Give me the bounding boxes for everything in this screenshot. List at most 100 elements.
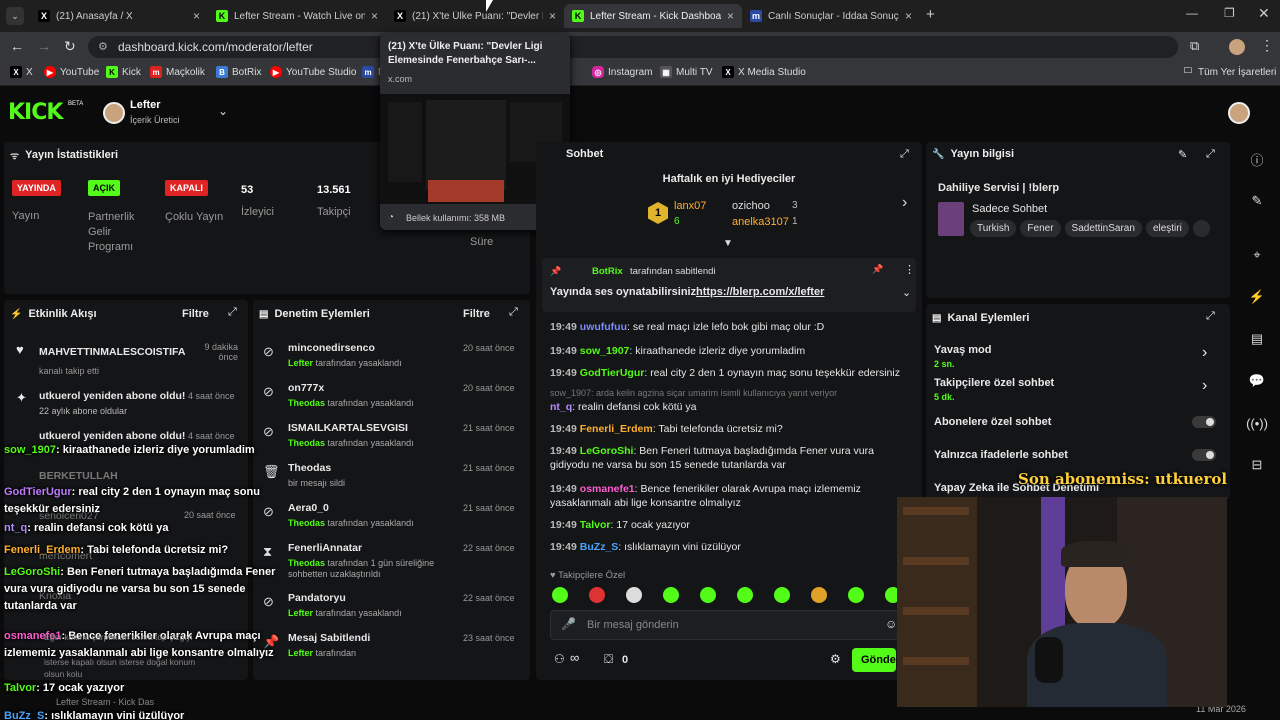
menu-icon[interactable]: ⋮ <box>1260 37 1274 54</box>
tab-kick-watch[interactable]: K Lefter Stream - Watch Live on K × <box>208 4 386 28</box>
stats-title: Yayın İstatistikleri <box>25 149 119 161</box>
expand-icon[interactable]: ⤢ <box>509 306 518 319</box>
emote-icon[interactable] <box>552 587 568 603</box>
tab-x-devler-ligi[interactable]: X (21) X'te Ülke Puanı: "Devler Lig × <box>386 4 564 28</box>
header-avatar[interactable] <box>1228 102 1250 124</box>
chat-username[interactable]: Fenerli_Erdem <box>580 423 653 435</box>
chat-username[interactable]: sow_1907 <box>580 345 630 357</box>
bookmark-kick[interactable]: K Kick <box>106 66 141 78</box>
tag-chip[interactable]: eleştiri <box>1145 220 1189 237</box>
emote-icon[interactable] <box>589 587 605 603</box>
emote-only-toggle[interactable] <box>1192 449 1216 461</box>
bookmark-youtube[interactable]: ▶ YouTube <box>44 66 99 78</box>
info-icon[interactable]: ⓘ <box>1248 150 1266 168</box>
bookmark-x-media-studio[interactable]: XX Media Studio <box>722 66 806 78</box>
address-bar[interactable]: ⚙ dashboard.kick.com/moderator/lefter <box>88 36 1178 58</box>
subscribers-only-toggle[interactable] <box>1192 416 1216 428</box>
chevron-right-icon[interactable]: › <box>902 194 907 212</box>
gifter-1-name[interactable]: lanx07 <box>674 200 706 212</box>
pin-icon[interactable]: 📌 <box>872 264 883 275</box>
emote-icon[interactable] <box>663 587 679 603</box>
emote-icon[interactable] <box>737 587 753 603</box>
gift-icon[interactable]: ⛋ <box>604 652 613 667</box>
chat-username[interactable]: uwufufuu <box>580 321 627 333</box>
chat-username[interactable]: osmanefe1 <box>580 483 635 495</box>
tab-list-icon[interactable]: ⌄ <box>6 7 24 25</box>
close-icon[interactable]: × <box>371 9 378 23</box>
bookmark-multi-tv[interactable]: ▦ Multi TV <box>660 66 713 78</box>
reload-icon[interactable]: ↻ <box>64 38 76 55</box>
bookmark-x[interactable]: XX <box>10 66 33 78</box>
tag-chip[interactable]: Turkish <box>970 220 1017 237</box>
chevron-down-icon[interactable]: ⌄ <box>902 286 911 299</box>
edit-pencil-icon[interactable]: ✎ <box>1248 192 1266 210</box>
chat-username[interactable]: BuZz_S <box>580 541 619 553</box>
bookmark-mackolik[interactable]: m Maçkolik <box>150 66 205 78</box>
gifter-3-name[interactable]: anelka3107 <box>732 216 789 228</box>
tag-chip[interactable]: Fener <box>1020 220 1061 237</box>
tab-iddaa[interactable]: m Canlı Sonuçlar - İddaa Sonuçla × <box>742 4 920 28</box>
expand-icon[interactable]: ⤢ <box>1206 148 1215 161</box>
expand-icon[interactable]: ⤢ <box>228 306 237 319</box>
settings-gear-icon[interactable]: ⚙ <box>830 652 841 666</box>
bookmark-instagram[interactable]: ◎ Instagram <box>592 66 652 78</box>
emote-icon[interactable] <box>700 587 716 603</box>
emote-icon[interactable] <box>811 587 827 603</box>
all-bookmarks[interactable]: 🗀 Tüm Yer İşaretleri <box>1182 66 1276 78</box>
collapse-icon[interactable]: ▼ <box>723 238 733 249</box>
users-icon[interactable]: ⚇ <box>554 652 565 666</box>
chat-input[interactable]: 🎤 Bir mesaj gönderin ☺ <box>550 610 900 640</box>
window-close-icon[interactable]: ✕ <box>1258 5 1270 22</box>
new-tab-icon[interactable]: + <box>926 6 935 23</box>
chevron-down-icon[interactable]: ⌄ <box>218 104 228 118</box>
emote-icon[interactable] <box>848 587 864 603</box>
gifter-2-name[interactable]: ozichoo <box>732 200 770 212</box>
activity-filter-button[interactable]: Filtre <box>182 308 209 320</box>
chat-bubble-icon[interactable]: 💬 <box>1248 372 1266 390</box>
user-avatar[interactable] <box>103 102 125 124</box>
site-info-icon[interactable]: ⚙ <box>98 36 108 58</box>
tab-anasayfa-x[interactable]: X (21) Anasayfa / X × <box>30 4 208 28</box>
close-icon[interactable]: × <box>549 9 556 23</box>
tab-kick-dashboard[interactable]: K Lefter Stream - Kick Dashboard × <box>564 4 742 28</box>
camera-focus-icon[interactable]: ⌖ <box>1248 246 1266 264</box>
kick-logo[interactable]: KICK <box>8 100 63 125</box>
emote-icon[interactable] <box>626 587 642 603</box>
emote-icon[interactable] <box>774 587 790 603</box>
bookmark-botrix[interactable]: B BotRix <box>216 66 261 78</box>
profile-avatar-icon[interactable] <box>1229 39 1245 55</box>
bookmark-youtube-studio[interactable]: ▶ YouTube Studio <box>270 66 356 78</box>
tag-chip[interactable] <box>1192 220 1210 237</box>
close-icon[interactable]: × <box>905 9 912 23</box>
maximize-icon[interactable]: ❐ <box>1224 6 1235 20</box>
back-icon[interactable]: ← <box>10 38 24 54</box>
close-icon[interactable]: × <box>727 9 734 23</box>
expand-icon[interactable]: ⤢ <box>1206 310 1215 323</box>
forward-icon[interactable]: → <box>37 38 51 54</box>
gifter-1-badge: 1 <box>648 202 668 224</box>
notes-icon[interactable]: ▤ <box>1248 330 1266 348</box>
edit-pencil-icon[interactable]: ✎ <box>1178 148 1187 161</box>
bolt-icon[interactable]: ⚡ <box>1248 288 1266 306</box>
send-button[interactable]: Gönder <box>852 648 896 672</box>
tag-chip[interactable]: SadettinSaran <box>1064 220 1142 237</box>
chat-username[interactable]: GodTierUgur <box>580 367 645 379</box>
chat-username[interactable]: LeGoroShi <box>580 445 634 457</box>
category-name[interactable]: Sadece Sohbet <box>972 203 1047 215</box>
minimize-icon[interactable]: — <box>1186 6 1198 20</box>
broadcast-icon[interactable]: ((•)) <box>1246 414 1268 432</box>
close-icon[interactable]: × <box>193 9 200 23</box>
chat-username[interactable]: nt_q <box>550 401 572 413</box>
emoji-icon[interactable]: ☺ <box>885 617 897 631</box>
followers-only-row[interactable]: Takipçilere özel sohbet 5 dk. › <box>934 375 1224 405</box>
chat-username[interactable]: Talvor <box>580 519 611 531</box>
mic-icon[interactable]: 🎤 <box>561 617 576 631</box>
expand-icon[interactable]: ⤢ <box>900 148 909 161</box>
moderation-filter-button[interactable]: Filtre <box>463 308 490 320</box>
layout-icon[interactable]: ⊟ <box>1248 456 1266 474</box>
more-icon[interactable]: ⋮ <box>904 263 915 276</box>
taskbar-item[interactable]: Lefter Stream - Kick Das <box>56 697 154 707</box>
pinned-link[interactable]: https://blerp.com/x/lefter <box>696 286 824 298</box>
extensions-icon[interactable]: ⧉ <box>1190 38 1199 54</box>
slow-mode-row[interactable]: Yavaş mod 2 sn. › <box>934 342 1224 372</box>
